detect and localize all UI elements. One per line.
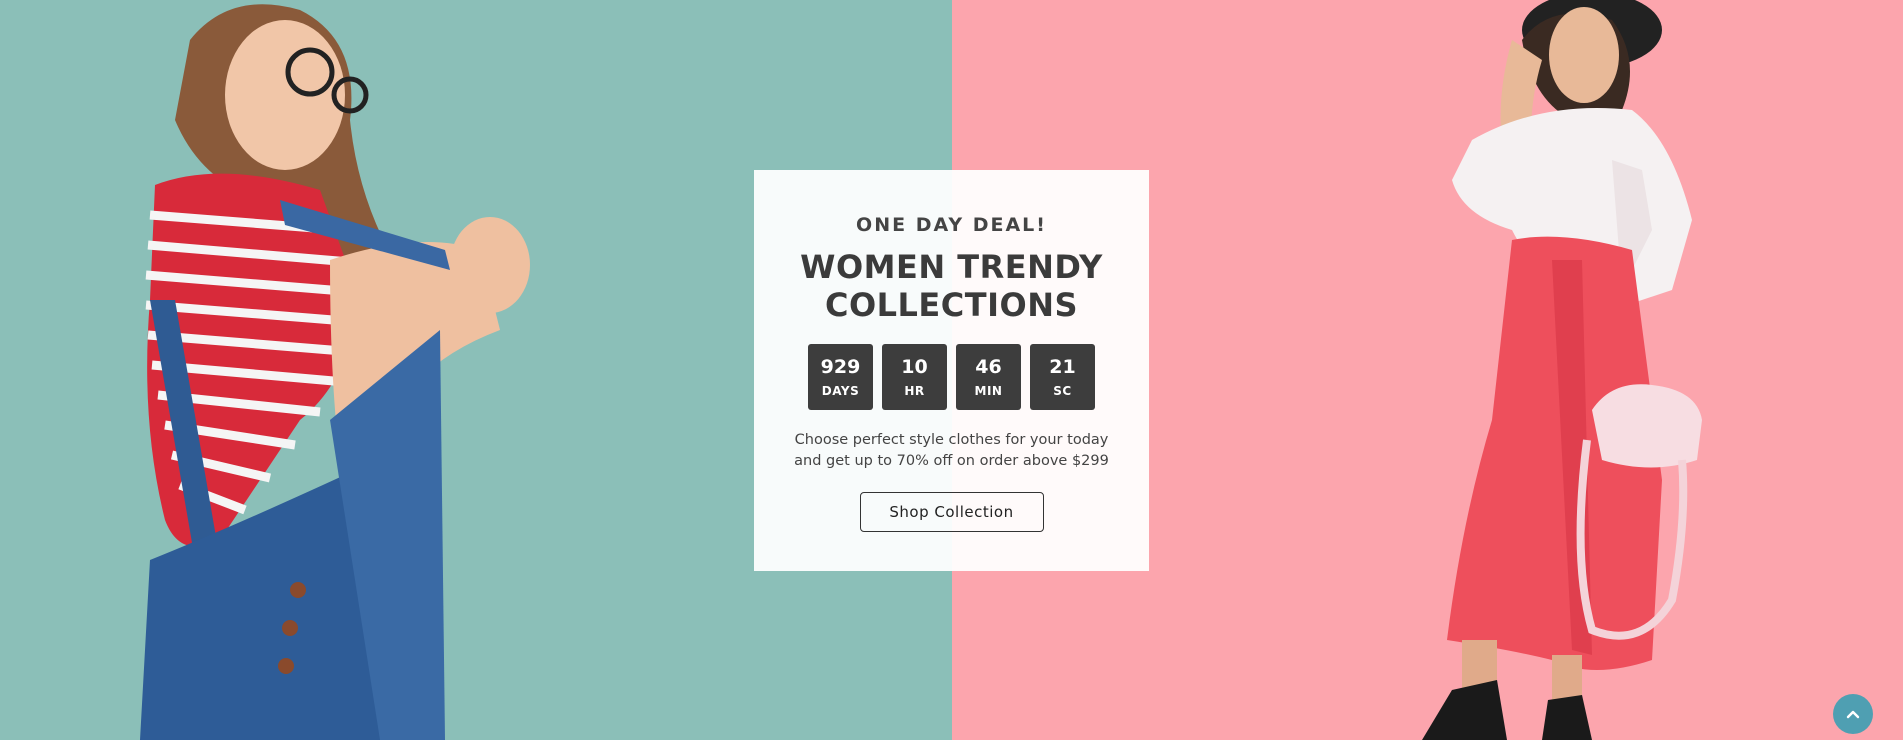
countdown-timer: 929 DAYS 10 HR 46 MIN 21 SC [754, 344, 1149, 410]
deal-title: WOMEN TRENDY COLLECTIONS [754, 248, 1149, 324]
countdown-unit: HR [904, 384, 925, 398]
countdown-unit: MIN [974, 384, 1003, 398]
deal-description-line-1: Choose perfect style clothes for your to… [794, 432, 1109, 448]
countdown-value: 21 [1049, 356, 1076, 378]
chevron-up-icon [1846, 710, 1860, 719]
countdown-seconds: 21 SC [1030, 344, 1095, 410]
countdown-value: 46 [975, 356, 1002, 378]
deal-eyebrow: ONE DAY DEAL! [856, 214, 1047, 236]
countdown-value: 10 [901, 356, 928, 378]
countdown-unit: DAYS [821, 384, 860, 398]
deal-description-line-2: and get up to 70% off on order above $29… [794, 453, 1109, 469]
deal-title-line-2: COLLECTIONS [824, 286, 1079, 324]
deal-title-line-1: WOMEN TRENDY [800, 248, 1103, 286]
scroll-to-top-button[interactable] [1833, 694, 1873, 734]
deal-description: Choose perfect style clothes for your to… [782, 430, 1122, 472]
deal-card: ONE DAY DEAL! WOMEN TRENDY COLLECTIONS 9… [754, 170, 1149, 571]
countdown-value: 929 [820, 356, 861, 378]
countdown-unit: SC [1053, 384, 1072, 398]
countdown-hours: 10 HR [882, 344, 947, 410]
shop-collection-button[interactable]: Shop Collection [859, 492, 1044, 532]
countdown-days: 929 DAYS [808, 344, 873, 410]
countdown-minutes: 46 MIN [956, 344, 1021, 410]
